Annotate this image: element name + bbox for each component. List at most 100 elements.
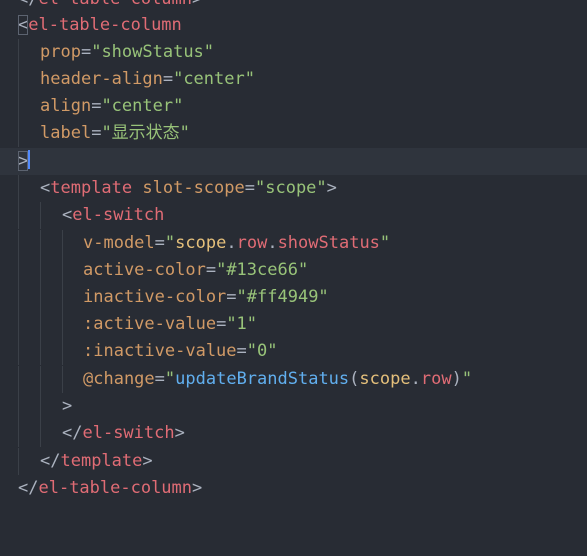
punct: . xyxy=(410,369,421,389)
attr-name: :active-value xyxy=(83,314,217,334)
code-line: v-model="scope.row.showStatus" xyxy=(0,230,587,257)
tag-name: el-table-column xyxy=(38,0,192,9)
indent-guide xyxy=(18,448,19,475)
variable: scope xyxy=(175,233,227,253)
punct: </ xyxy=(18,0,38,9)
code-text: :active-value="1" xyxy=(83,311,257,338)
code-line: inactive-color="#ff4949" xyxy=(0,284,587,311)
punct: = xyxy=(162,69,174,89)
function-name: updateBrandStatus xyxy=(175,369,350,389)
indent-guide xyxy=(18,175,19,202)
punct: ) xyxy=(451,369,462,389)
code-text: @change="updateBrandStatus(scope.row)" xyxy=(83,366,472,393)
indent-guide xyxy=(62,366,63,393)
code-text: </el-switch> xyxy=(62,420,185,447)
code-text: v-model="scope.row.showStatus" xyxy=(83,230,390,257)
code-line: </el-table-column> xyxy=(0,475,587,502)
punct: = xyxy=(236,341,247,361)
punct: </ xyxy=(62,423,83,443)
code-line: @change="updateBrandStatus(scope.row)" xyxy=(0,366,587,393)
indent-guide xyxy=(18,230,19,257)
indent-guide xyxy=(18,284,19,311)
tag-name: el-table-column xyxy=(38,478,193,498)
punct: . xyxy=(226,233,237,253)
indent-guide xyxy=(18,366,19,393)
indent-guide xyxy=(40,420,41,447)
attr-name: prop xyxy=(40,42,81,62)
code-line: header-align="center" xyxy=(0,66,587,93)
code-line: > xyxy=(0,393,587,420)
punct: = xyxy=(154,233,165,253)
attr-name: @change xyxy=(83,369,155,389)
code-line: active-color="#13ce66" xyxy=(0,257,587,284)
punct: = xyxy=(244,178,255,198)
code-text: </el-table-column> xyxy=(18,475,202,502)
tag-name: template xyxy=(50,178,133,198)
tag-name: el-table-column xyxy=(28,15,182,35)
punct: = xyxy=(226,287,237,307)
attr-name: inactive-color xyxy=(83,287,227,307)
code-line: <template slot-scope="scope"> xyxy=(0,175,587,202)
punct: </ xyxy=(18,478,39,498)
attr-value: "1" xyxy=(226,314,258,334)
attr-value: "scope" xyxy=(255,178,327,198)
code-text: <el-switch xyxy=(62,202,164,229)
code-text: label="显示状态" xyxy=(40,120,190,147)
punct: . xyxy=(267,233,278,253)
variable: scope xyxy=(359,369,411,389)
property: row xyxy=(420,369,452,389)
attr-name: :inactive-value xyxy=(83,341,237,361)
attr-name: label xyxy=(40,123,92,143)
punct: = xyxy=(80,42,92,62)
tag-name: el-switch xyxy=(72,205,165,225)
indent-guide xyxy=(18,311,19,338)
code-line: label="显示状态" xyxy=(0,120,587,147)
code-line: </template> xyxy=(0,448,587,475)
punct: = xyxy=(216,314,227,334)
code-line: :inactive-value="0" xyxy=(0,338,587,365)
code-text: </template> xyxy=(40,448,153,475)
code-text: :inactive-value="0" xyxy=(83,338,278,365)
punct: > xyxy=(192,478,203,498)
attr-value: "0" xyxy=(246,341,278,361)
code-text: prop="showStatus" xyxy=(40,39,214,66)
indent-guide xyxy=(18,202,19,229)
punct: </ xyxy=(40,451,61,471)
indent-guide xyxy=(18,93,19,120)
punct: > xyxy=(62,396,73,416)
attr-name: v-model xyxy=(83,233,155,253)
attr-name: slot-scope xyxy=(142,178,245,198)
indent-guide xyxy=(62,284,63,311)
punct: ( xyxy=(349,369,360,389)
indent-guide xyxy=(62,230,63,257)
attr-name: header-align xyxy=(40,69,163,89)
indent-guide xyxy=(18,257,19,284)
code-text: header-align="center" xyxy=(40,66,255,93)
quote: " xyxy=(461,369,473,389)
indent-guide xyxy=(18,66,19,93)
code-text: <el-table-column xyxy=(18,12,182,39)
code-line: <el-table-column xyxy=(0,12,587,39)
code-line: align="center" xyxy=(0,93,587,120)
code-text: > xyxy=(62,393,72,420)
punct: > xyxy=(142,451,153,471)
indent-guide xyxy=(18,39,19,66)
code-editor[interactable]: </el-table-column> <el-table-column prop… xyxy=(0,0,587,503)
attr-value: "#13ce66" xyxy=(216,260,309,280)
quote: " xyxy=(164,369,176,389)
attr-value: "center" xyxy=(173,69,255,89)
indent-guide xyxy=(18,420,19,447)
property: showStatus xyxy=(277,233,380,253)
tag-name: template xyxy=(60,451,143,471)
code-text: inactive-color="#ff4949" xyxy=(83,284,329,311)
tag-name: el-switch xyxy=(82,423,175,443)
indent-guide xyxy=(18,338,19,365)
code-line: </el-switch> xyxy=(0,420,587,447)
code-line: <el-switch xyxy=(0,202,587,229)
code-line: prop="showStatus" xyxy=(0,39,587,66)
punct: = xyxy=(154,369,165,389)
attr-value: "showStatus" xyxy=(91,42,215,62)
property: row xyxy=(236,233,268,253)
indent-guide xyxy=(18,393,19,420)
